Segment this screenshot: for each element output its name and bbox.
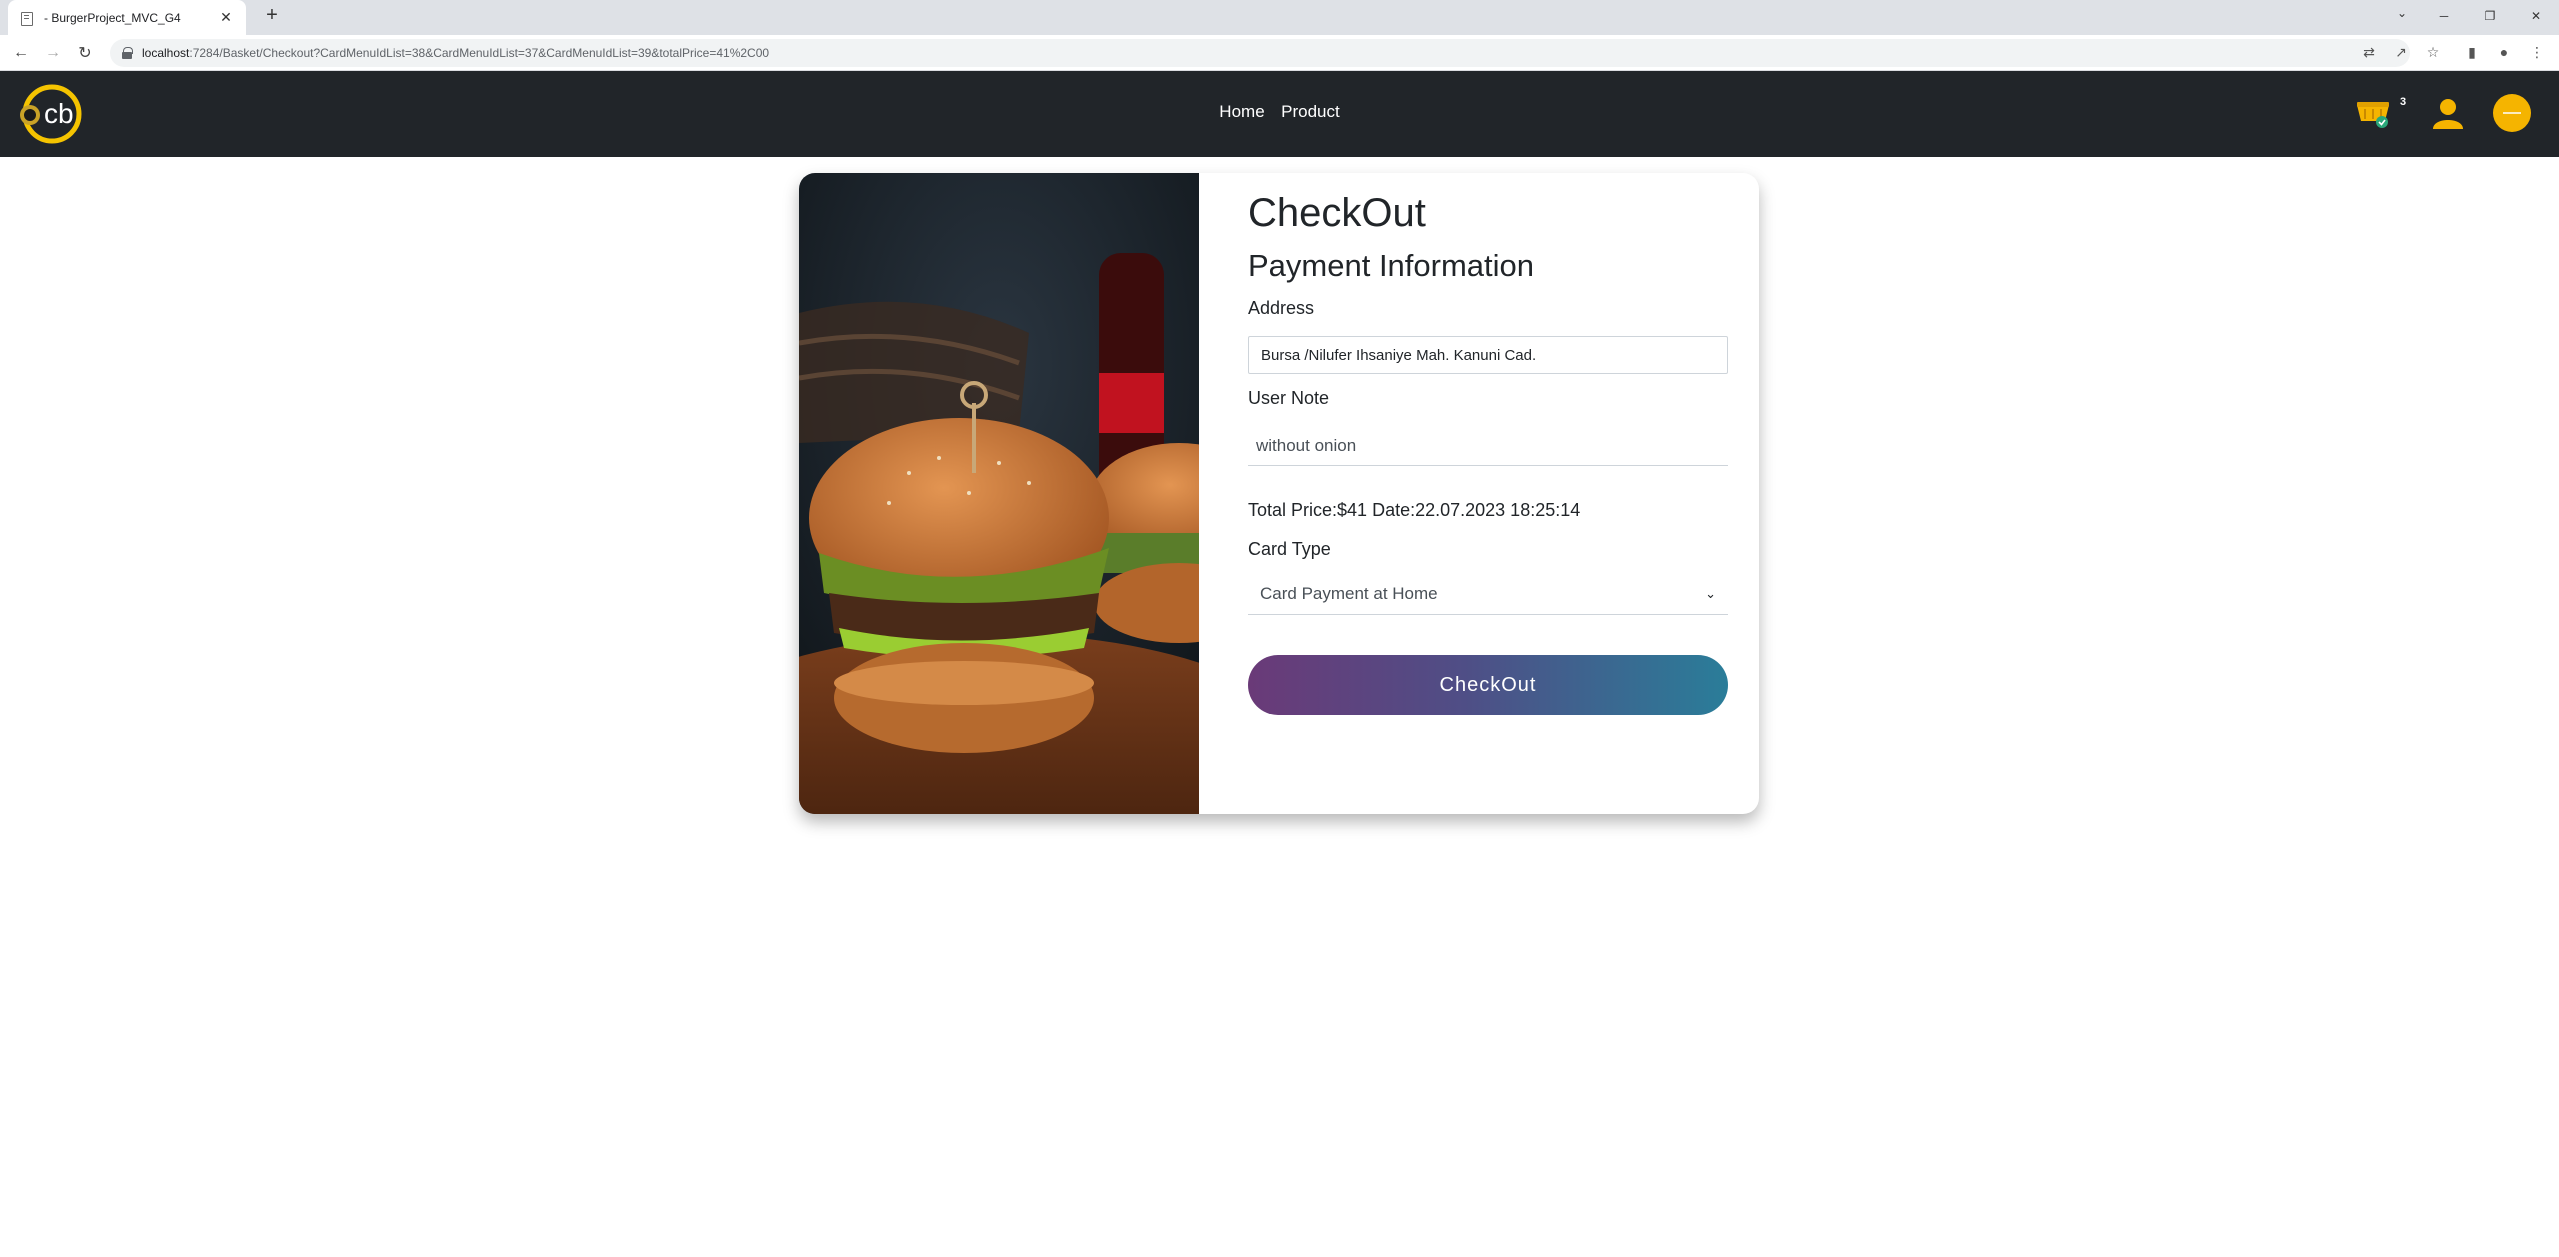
close-window-icon[interactable]: ✕: [2513, 0, 2559, 32]
browser-toolbar: ← → ↻ localhost:7284/Basket/Checkout?Car…: [0, 35, 2559, 71]
reload-icon[interactable]: ↻: [74, 42, 96, 64]
tab-search-icon[interactable]: ⌄: [2397, 6, 2407, 20]
nav-link-product[interactable]: Product: [1281, 102, 1340, 121]
nav-links: Home Product: [0, 102, 2559, 122]
total-price-text: Total Price:$41 Date:22.07.2023 18:25:14: [1248, 500, 1581, 520]
address-input[interactable]: [1248, 336, 1728, 374]
new-tab-button[interactable]: +: [260, 4, 284, 27]
url-path: :7284/Basket/Checkout?CardMenuIdList=38&…: [189, 46, 770, 60]
browser-tab-strip: - BurgerProject_MVC_G4 ✕ + ⌄ ─ ❐ ✕: [0, 0, 2559, 35]
tab-title: - BurgerProject_MVC_G4: [44, 10, 181, 25]
translate-icon[interactable]: ⇄: [2360, 44, 2378, 61]
profile-icon[interactable]: ●: [2495, 44, 2513, 60]
user-note-label: User Note: [1248, 388, 1330, 408]
close-icon[interactable]: ✕: [218, 9, 234, 26]
more-menu-icon[interactable]: [2492, 93, 2532, 133]
user-note-input[interactable]: [1248, 426, 1728, 466]
site-navbar: cb Home Product 3: [0, 71, 2559, 157]
window-controls: ─ ❐ ✕: [2421, 0, 2559, 32]
minimize-icon[interactable]: ─: [2421, 0, 2467, 32]
forward-icon[interactable]: →: [42, 42, 64, 64]
lock-icon: [122, 47, 133, 59]
checkout-button[interactable]: CheckOut: [1248, 655, 1728, 715]
card-type-select[interactable]: Card Payment at Home ⌄: [1248, 573, 1728, 615]
address-label: Address: [1248, 298, 1315, 318]
menu-icon[interactable]: ⋮: [2528, 44, 2546, 61]
restore-icon[interactable]: ❐: [2467, 0, 2513, 32]
back-icon[interactable]: ←: [10, 42, 32, 64]
cart-count-badge: 3: [2400, 96, 2407, 108]
side-panel-icon[interactable]: ▮: [2463, 44, 2481, 61]
card-type-label: Card Type: [1248, 539, 1331, 559]
bookmark-star-icon[interactable]: ☆: [2424, 44, 2442, 61]
card-type-selected: Card Payment at Home: [1260, 583, 1438, 603]
page-icon: [20, 11, 34, 26]
checkout-card: CheckOut Payment Information Address Use…: [799, 173, 1759, 814]
cart-icon[interactable]: [2355, 99, 2391, 129]
user-icon[interactable]: [2431, 96, 2465, 130]
url-host: localhost: [142, 46, 190, 60]
browser-tab[interactable]: - BurgerProject_MVC_G4 ✕: [8, 0, 246, 35]
nav-link-home[interactable]: Home: [1219, 102, 1264, 121]
page-title: CheckOut: [1248, 191, 1426, 235]
share-icon[interactable]: ↗: [2392, 44, 2410, 61]
section-title: Payment Information: [1248, 248, 1535, 283]
chevron-down-icon: ⌄: [1705, 585, 1716, 601]
burger-photo: [799, 173, 1199, 814]
address-bar[interactable]: localhost:7284/Basket/Checkout?CardMenuI…: [110, 39, 2410, 67]
